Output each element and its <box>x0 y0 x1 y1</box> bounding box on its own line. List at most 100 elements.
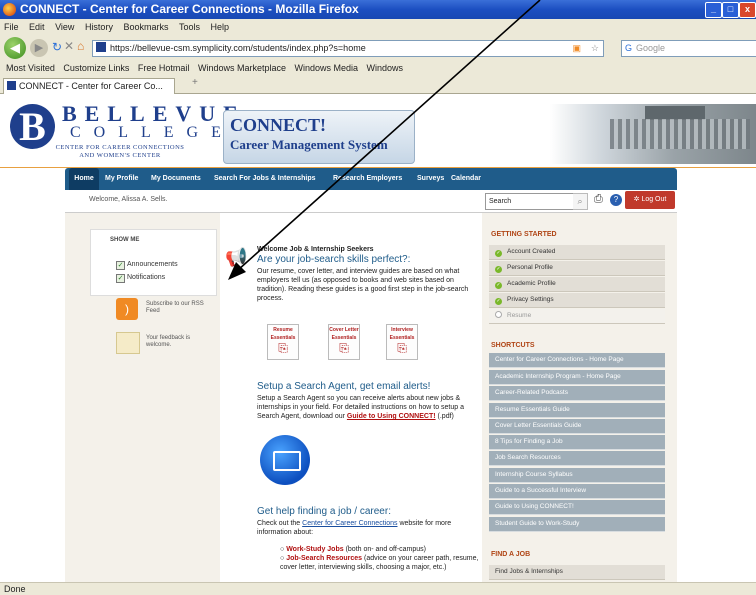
step-resume[interactable]: Resume <box>489 309 665 324</box>
forward-icon[interactable]: ▶ <box>30 39 48 57</box>
find-jobs-link[interactable]: Find Jobs & Internships <box>489 565 665 580</box>
stop-icon[interactable]: ✕ <box>64 39 74 53</box>
search-agent-text: Setup a Search Agent so you can receive … <box>257 394 479 421</box>
shortcut-link[interactable]: Center for Career Connections - Home Pag… <box>489 353 665 368</box>
new-tab-button[interactable]: + <box>192 77 198 88</box>
shortcut-link[interactable]: Internship Course Syllabus <box>489 468 665 483</box>
logo-subtitle: CENTER FOR CAREER CONNECTIONS AND WOMEN'… <box>30 144 210 160</box>
shortcut-link[interactable]: Career-Related Podcasts <box>489 386 665 401</box>
shortcut-link[interactable]: Academic Internship Program - Home Page <box>489 370 665 385</box>
interview-essentials-pdf[interactable]: Interview Essentials ⎘ <box>386 324 418 360</box>
email-alert-icon[interactable] <box>260 435 310 485</box>
maximize-button[interactable]: □ <box>722 2 739 18</box>
print-icon[interactable]: ⎙ <box>594 193 603 206</box>
nav-calendar[interactable]: Calendar <box>451 168 481 190</box>
menu-bar: File Edit View History Bookmarks Tools H… <box>0 19 756 35</box>
status-text: Done <box>4 584 26 594</box>
menu-view[interactable]: View <box>55 22 74 32</box>
shortcut-label: Student Guide to Work-Study <box>495 520 580 527</box>
close-button[interactable]: x <box>739 2 756 18</box>
guide-connect-link[interactable]: Guide to Using CONNECT! <box>347 413 436 420</box>
shortcut-link[interactable]: Guide to a Successful Interview <box>489 484 665 499</box>
rss-icon[interactable]: ) <box>116 298 138 320</box>
shortcut-label: Cover Letter Essentials Guide <box>495 422 582 429</box>
college-logo[interactable]: B <box>10 104 55 149</box>
nav-search-jobs[interactable]: Search For Jobs & Internships <box>214 168 316 190</box>
shortcut-link[interactable]: 8 Tips for Finding a Job <box>489 435 665 450</box>
browser-search-input[interactable]: G Google <box>621 40 756 57</box>
reload-icon[interactable]: ↻ <box>52 40 62 54</box>
back-icon[interactable]: ◀ <box>4 37 26 59</box>
step-personal-profile[interactable]: ✓ Personal Profile <box>489 261 665 276</box>
logo-subtitle-1: CENTER FOR CAREER CONNECTIONS <box>55 144 185 151</box>
bookmark-most-visited[interactable]: Most Visited <box>6 63 55 73</box>
menu-bookmarks[interactable]: Bookmarks <box>123 22 168 32</box>
logo-subtitle-2: AND WOMEN'S CENTER <box>79 152 161 159</box>
bookmark-customize-links[interactable]: Customize Links <box>63 63 129 73</box>
nav-my-documents[interactable]: My Documents <box>151 168 201 190</box>
shortcut-link[interactable]: Guide to Using CONNECT! <box>489 500 665 515</box>
nav-surveys[interactable]: Surveys <box>417 168 444 190</box>
help-finding-job-headline: Get help finding a job / career: <box>257 506 391 517</box>
shortcut-label: Resume Essentials Guide <box>495 406 570 413</box>
bookmark-star-icon[interactable]: ☆ <box>591 41 599 56</box>
help-icon[interactable]: ? <box>610 194 622 206</box>
menu-help[interactable]: Help <box>211 22 230 32</box>
site-search-value: Search <box>489 198 512 205</box>
connect-banner[interactable]: CONNECT! Career Management System <box>223 110 415 164</box>
tab-connect[interactable]: CONNECT - Center for Career Co... <box>3 78 175 94</box>
notifications-checkbox[interactable]: ✓ <box>116 274 125 283</box>
shortcut-link[interactable]: Resume Essentials Guide <box>489 403 665 418</box>
check-icon: ✓ <box>495 298 502 305</box>
shortcuts-heading: SHORTCUTS <box>491 342 535 349</box>
list-item-text: (both on- and off-campus) <box>345 546 426 553</box>
url-text: https://bellevue-csm.symplicity.com/stud… <box>110 43 366 53</box>
getting-started-heading: GETTING STARTED <box>491 231 557 238</box>
menu-file[interactable]: File <box>4 22 19 32</box>
menu-history[interactable]: History <box>85 22 113 32</box>
step-academic-profile[interactable]: ✓ Academic Profile <box>489 277 665 292</box>
bookmark-windows-marketplace[interactable]: Windows Marketplace <box>198 63 286 73</box>
status-bar: Done <box>0 582 756 595</box>
announcements-checkbox[interactable]: ✓ <box>116 261 125 270</box>
pdf-icon: ⎘ <box>397 341 407 355</box>
bookmark-windows-media[interactable]: Windows Media <box>295 63 359 73</box>
step-account-created[interactable]: ✓ Account Created <box>489 245 665 260</box>
shortcut-label: Job Search Resources <box>495 454 561 461</box>
list-item: ○ Work-Study Jobs (both on- and off-camp… <box>280 546 426 553</box>
find-job-heading: FIND A JOB <box>491 551 531 558</box>
shortcut-link[interactable]: Student Guide to Work-Study <box>489 517 665 532</box>
logout-button[interactable]: ✲ Log Out <box>625 191 675 209</box>
job-skills-headline: Are your job-search skills perfect?: <box>257 254 411 265</box>
step-privacy-settings[interactable]: ✓ Privacy Settings <box>489 293 665 308</box>
show-me-panel: SHOW ME ✓ Announcements ✓ Notifications <box>90 229 217 296</box>
bookmark-windows[interactable]: Windows <box>367 63 404 73</box>
shortcut-label: Academic Internship Program - Home Page <box>495 373 621 380</box>
site-search-input[interactable]: Search <box>485 193 585 210</box>
shortcut-label: Center for Career Connections - Home Pag… <box>495 356 624 363</box>
work-study-link[interactable]: Work-Study Jobs <box>286 546 343 553</box>
url-bar[interactable]: https://bellevue-csm.symplicity.com/stud… <box>92 40 604 57</box>
menu-edit[interactable]: Edit <box>29 22 45 32</box>
tab-label: CONNECT - Center for Career Co... <box>19 81 163 91</box>
bookmark-free-hotmail[interactable]: Free Hotmail <box>138 63 190 73</box>
rss-feed-icon[interactable]: ▣ <box>572 41 581 56</box>
feedback-envelope-icon[interactable] <box>116 332 140 354</box>
shortcut-link[interactable]: Job Search Resources <box>489 451 665 466</box>
resume-essentials-pdf[interactable]: Resume Essentials ⎘ <box>267 324 299 360</box>
rss-subscribe-link[interactable]: Subscribe to our RSS Feed <box>146 301 216 315</box>
menu-tools[interactable]: Tools <box>179 22 200 32</box>
nav-research-employers[interactable]: Research Employers <box>333 168 402 190</box>
google-icon[interactable]: G <box>625 43 632 53</box>
job-search-resources-link[interactable]: Job-Search Resources <box>286 555 362 562</box>
cover-letter-essentials-pdf[interactable]: Cover Letter Essentials ⎘ <box>328 324 360 360</box>
shortcut-link[interactable]: Cover Letter Essentials Guide <box>489 419 665 434</box>
feedback-link[interactable]: Your feedback is welcome. <box>146 335 216 349</box>
career-connections-link[interactable]: Center for Career Connections <box>302 520 397 527</box>
minimize-button[interactable]: _ <box>705 2 722 18</box>
nav-my-profile[interactable]: My Profile <box>105 168 138 190</box>
home-icon[interactable]: ⌂ <box>77 39 84 53</box>
search-icon[interactable]: ⌕ <box>573 193 588 210</box>
step-label: Academic Profile <box>507 280 556 287</box>
nav-home[interactable]: Home <box>69 168 99 190</box>
